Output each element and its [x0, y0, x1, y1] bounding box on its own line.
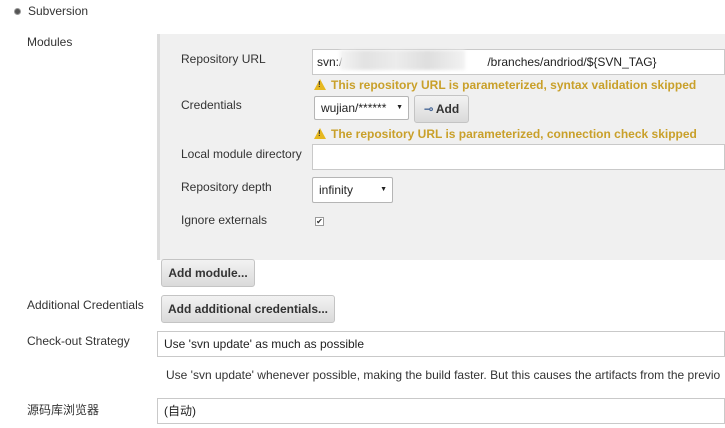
repository-url-label: Repository URL	[181, 52, 266, 66]
section-title: Subversion	[28, 4, 89, 18]
repository-url-suffix: /branches/andriod/${SVN_TAG}	[487, 55, 657, 69]
repository-depth-select[interactable]: infinity ▼	[312, 177, 393, 203]
ignore-externals-checkbox[interactable]: ✔	[315, 217, 324, 226]
redacted-url-segment	[340, 50, 465, 70]
local-module-directory-label: Local module directory	[181, 147, 302, 161]
key-icon: ⊸	[423, 102, 434, 116]
connection-check-warning: The repository URL is parameterized, con…	[314, 127, 697, 141]
connection-check-warning-text: The repository URL is parameterized, con…	[331, 127, 697, 141]
add-additional-credentials-button[interactable]: Add additional credentials...	[161, 295, 335, 323]
credentials-label: Credentials	[181, 98, 242, 112]
credentials-select[interactable]: wujian/****** ▼	[314, 96, 409, 120]
add-credentials-button[interactable]: ⊸ Add	[414, 95, 469, 123]
repository-url-prefix: svn:/	[317, 55, 343, 69]
repository-depth-selected: infinity	[319, 183, 354, 197]
warning-icon	[314, 128, 326, 139]
credentials-selected: wujian/******	[321, 101, 387, 115]
url-syntax-warning: This repository URL is parameterized, sy…	[314, 78, 696, 92]
add-module-button[interactable]: Add module...	[161, 259, 255, 287]
chevron-down-icon: ▼	[380, 186, 387, 193]
modules-label: Modules	[27, 35, 73, 49]
add-credentials-label: Add	[435, 102, 460, 116]
repository-browser-select[interactable]: (自动)	[157, 398, 725, 424]
checkout-strategy-select[interactable]: Use 'svn update' as much as possible	[157, 331, 725, 357]
ignore-externals-label: Ignore externals	[181, 213, 268, 227]
additional-credentials-label: Additional Credentials	[27, 298, 144, 312]
checkout-strategy-description: Use 'svn update' whenever possible, maki…	[166, 368, 721, 382]
checkout-strategy-label: Check-out Strategy	[27, 334, 130, 348]
chevron-down-icon: ▼	[396, 104, 403, 111]
subversion-section-header: Subversion	[0, 0, 725, 24]
subversion-radio-button[interactable]	[14, 8, 21, 15]
warning-icon	[314, 79, 326, 90]
local-module-directory-input[interactable]	[312, 144, 725, 170]
repository-browser-label: 源码库浏览器	[27, 403, 100, 417]
url-syntax-warning-text: This repository URL is parameterized, sy…	[331, 78, 697, 92]
repository-depth-label: Repository depth	[181, 180, 272, 194]
